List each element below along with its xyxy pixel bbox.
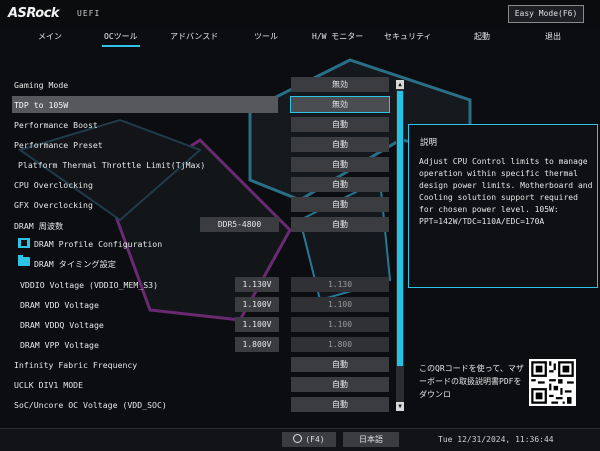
search-icon <box>293 434 303 443</box>
setting-label: GFX Overclocking <box>14 200 93 210</box>
current-value: DDR5-4800 <box>200 217 279 232</box>
setting-label: TDP to 105W <box>14 100 69 110</box>
search-button[interactable]: (F4) <box>282 432 336 447</box>
setting-row-gfx-overclocking[interactable]: GFX Overclocking 自動 <box>14 196 394 214</box>
scrollbar[interactable]: ▲ ▼ <box>396 80 404 411</box>
scroll-thumb[interactable] <box>397 91 403 366</box>
setting-label: VDDIO Voltage (VDDIO_MEM_S3) <box>20 280 159 290</box>
setting-value[interactable]: 自動 <box>291 177 389 192</box>
tab-exit[interactable]: 退出 <box>545 31 561 42</box>
search-shortcut-label: (F4) <box>305 435 325 444</box>
setting-value[interactable]: 1.100 <box>291 297 389 312</box>
setting-value[interactable]: 無効 <box>290 96 390 113</box>
scroll-down-arrow-icon[interactable]: ▼ <box>396 402 404 411</box>
setting-row-infinity-fabric[interactable]: Infinity Fabric Frequency 自動 <box>14 356 394 374</box>
tab-oc-tools[interactable]: OCツール <box>102 31 140 47</box>
qr-code-icon[interactable] <box>529 359 576 406</box>
footer-bar: (F4) 日本語 Tue 12/31/2024, 11:36:44 <box>0 428 600 451</box>
top-bar: ASRock UEFI Easy Mode(F6) <box>0 0 600 26</box>
tab-boot[interactable]: 起動 <box>474 31 490 42</box>
tab-advanced[interactable]: アドバンスド <box>170 31 218 42</box>
setting-label: Performance Preset <box>14 140 103 150</box>
current-value: 1.100V <box>235 297 279 312</box>
setting-label: DRAM Profile Configuration <box>34 239 163 249</box>
setting-value[interactable]: 1.130 <box>291 277 389 292</box>
setting-value[interactable]: 1.800 <box>291 337 389 352</box>
setting-value[interactable]: 自動 <box>291 137 389 152</box>
tab-tools[interactable]: ツール <box>254 31 278 42</box>
setting-row-thermal-throttle[interactable]: Platform Thermal Throttle Limit(TjMax) 自… <box>14 156 394 174</box>
tab-main[interactable]: メイン <box>38 31 62 42</box>
asrock-logo: ASRock <box>8 6 60 21</box>
qr-description: このQRコードを使って、マザーボードの取扱説明書PDFをダウンロ <box>419 364 524 399</box>
setting-value[interactable]: 自動 <box>291 217 389 232</box>
setting-row-dram-vdd[interactable]: DRAM VDD Voltage 1.100V 1.100 <box>14 296 394 314</box>
setting-label: Infinity Fabric Frequency <box>14 360 138 370</box>
datetime-display: Tue 12/31/2024, 11:36:44 <box>438 435 554 444</box>
setting-value[interactable]: 自動 <box>291 377 389 392</box>
help-text: Adjust CPU Control limits to manage oper… <box>419 157 593 226</box>
scroll-up-arrow-icon[interactable]: ▲ <box>396 80 404 89</box>
setting-row-soc-voltage[interactable]: SoC/Uncore OC Voltage (VDD_SOC) 自動 <box>14 396 394 414</box>
setting-label: DRAM タイミング設定 <box>34 259 116 269</box>
tab-security[interactable]: セキュリティ <box>384 31 432 42</box>
current-value: 1.800V <box>235 337 279 352</box>
setting-row-cpu-overclocking[interactable]: CPU Overclocking 自動 <box>14 176 394 194</box>
setting-label: Gaming Mode <box>14 80 69 90</box>
help-panel: 説明 Adjust CPU Control limits to manage o… <box>408 124 598 288</box>
setting-row-gaming-mode[interactable]: Gaming Mode 無効 <box>14 76 394 94</box>
setting-label: UCLK DIV1 MODE <box>14 380 84 390</box>
setting-row-tdp-to-105w[interactable]: TDP to 105W 無効 <box>12 96 394 114</box>
setting-row-dram-vpp[interactable]: DRAM VPP Voltage 1.800V 1.800 <box>14 336 394 354</box>
setting-row-dram-frequency[interactable]: DRAM 周波数 DDR5-4800 自動 <box>14 216 394 234</box>
tab-hw-monitor[interactable]: H/W モニター <box>312 31 363 42</box>
folder-icon <box>18 255 30 266</box>
setting-label: DRAM VPP Voltage <box>20 340 99 350</box>
setting-value[interactable]: 自動 <box>291 157 389 172</box>
current-value: 1.130V <box>235 277 279 292</box>
easy-mode-button[interactable]: Easy Mode(F6) <box>508 5 584 23</box>
setting-row-vddio-voltage[interactable]: VDDIO Voltage (VDDIO_MEM_S3) 1.130V 1.13… <box>14 276 394 294</box>
setting-label: CPU Overclocking <box>14 180 93 190</box>
setting-label: Performance Boost <box>14 120 98 130</box>
setting-label: DRAM 周波数 <box>14 221 64 231</box>
uefi-label: UEFI <box>77 9 101 18</box>
tab-bar: メイン OCツール アドバンスド ツール H/W モニター セキュリティ 起動 … <box>0 26 600 48</box>
setting-value[interactable]: 自動 <box>291 357 389 372</box>
setting-value[interactable]: 1.100 <box>291 317 389 332</box>
setting-value[interactable]: 自動 <box>291 117 389 132</box>
submenu-dram-timing[interactable]: DRAM タイミング設定 <box>14 254 394 272</box>
language-button[interactable]: 日本語 <box>343 432 399 447</box>
setting-label: SoC/Uncore OC Voltage (VDD_SOC) <box>14 400 167 410</box>
setting-label: DRAM VDD Voltage <box>20 300 99 310</box>
setting-value[interactable]: 自動 <box>291 397 389 412</box>
memory-icon <box>18 238 30 248</box>
setting-label: Platform Thermal Throttle Limit(TjMax) <box>18 160 206 170</box>
setting-value[interactable]: 自動 <box>291 197 389 212</box>
help-title: 説明 <box>420 138 438 148</box>
setting-row-performance-preset[interactable]: Performance Preset 自動 <box>14 136 394 154</box>
current-value: 1.100V <box>235 317 279 332</box>
setting-row-dram-vddq[interactable]: DRAM VDDQ Voltage 1.100V 1.100 <box>14 316 394 334</box>
setting-row-performance-boost[interactable]: Performance Boost 自動 <box>14 116 394 134</box>
setting-row-uclk-div1[interactable]: UCLK DIV1 MODE 自動 <box>14 376 394 394</box>
setting-value[interactable]: 無効 <box>291 77 389 92</box>
submenu-dram-profile[interactable]: DRAM Profile Configuration <box>14 235 394 253</box>
setting-label: DRAM VDDQ Voltage <box>20 320 104 330</box>
